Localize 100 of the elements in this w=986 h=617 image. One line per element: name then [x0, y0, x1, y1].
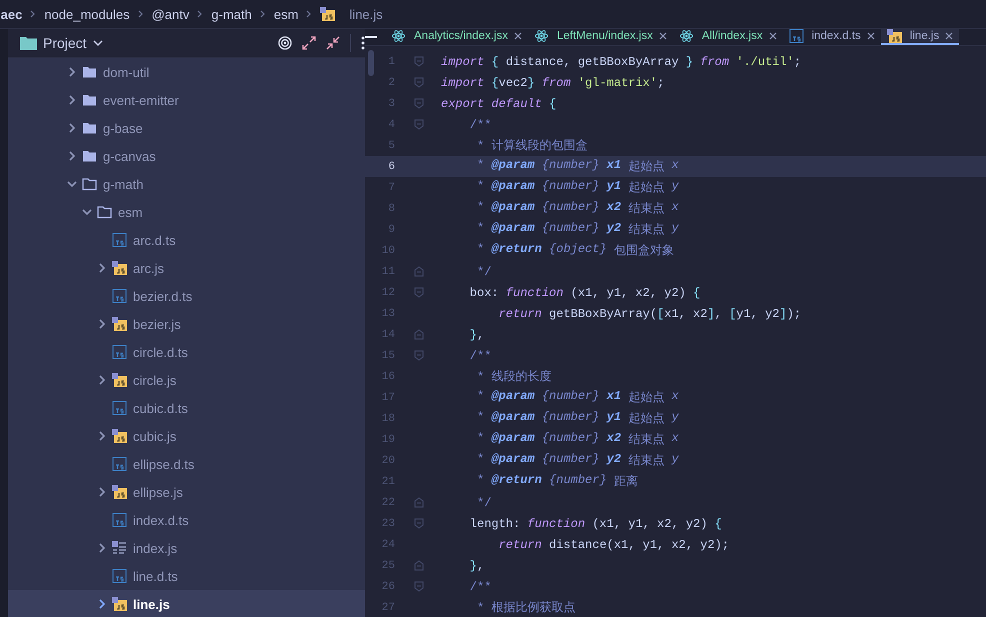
line-number: 4: [387, 118, 395, 130]
tree-item[interactable]: event-emitter: [8, 86, 365, 114]
code-line: /**: [468, 118, 492, 132]
tree-item[interactable]: line.js: [8, 590, 365, 617]
js-file-icon: [112, 317, 127, 331]
atom-icon: [678, 29, 694, 43]
line-number: 6: [387, 160, 395, 172]
code-line: },: [468, 558, 484, 572]
folder-icon: [82, 177, 97, 191]
close-icon[interactable]: [514, 32, 522, 40]
editor-tab[interactable]: index.d.ts: [782, 29, 881, 45]
js-file-icon: [112, 485, 127, 499]
folder-icon: [82, 121, 97, 135]
tree-item[interactable]: esm: [8, 198, 365, 226]
tree-item[interactable]: bezier.js: [8, 310, 365, 338]
line-number: 12: [380, 286, 395, 298]
editor-tab[interactable]: line.js: [880, 29, 960, 45]
close-icon[interactable]: [945, 32, 954, 40]
ts-file-icon: [112, 345, 127, 359]
line-number: 1: [387, 56, 395, 68]
line-number: 21: [380, 476, 395, 488]
js-file-icon: [112, 373, 127, 387]
code-line: * @param {number} y1 起始点 y: [476, 179, 679, 196]
tree-item[interactable]: index.d.ts: [8, 506, 365, 534]
module-file-icon: [112, 541, 127, 555]
scroll-thumb[interactable]: [368, 50, 374, 76]
breadcrumb-item[interactable]: line.js: [349, 6, 383, 22]
code-line: * @param {number} y2 结束点 y: [476, 452, 679, 469]
tree-item[interactable]: cubic.d.ts: [8, 394, 365, 422]
ts-file-icon: [112, 233, 127, 247]
code-line: * @param {number} x2 结束点 x: [476, 200, 679, 217]
ts-file-icon: [112, 569, 127, 583]
code-line: return getBBoxByArray([x1, x2], [y1, y2]);: [498, 306, 802, 320]
breadcrumb-item[interactable]: g-math: [211, 6, 252, 22]
tree-item[interactable]: ellipse.js: [8, 478, 365, 506]
editor-tab[interactable]: LeftMenu/index.jsx: [528, 29, 673, 45]
code-line: /**: [468, 348, 492, 362]
tree-item[interactable]: arc.d.ts: [8, 226, 365, 254]
target-icon[interactable]: [278, 36, 292, 50]
js-file-icon: [112, 597, 127, 611]
line-number: 19: [380, 434, 395, 446]
breadcrumb-item[interactable]: esm: [274, 6, 298, 22]
breadcrumb-item[interactable]: node_modules: [44, 6, 130, 22]
collapse-icon[interactable]: [326, 36, 340, 50]
line-number: 16: [380, 370, 395, 382]
code-line: return distance(x1, y1, x2, y2);: [498, 538, 730, 552]
code-line: * @param {number} x1 起始点 x: [476, 158, 679, 175]
chevron-icon: [138, 10, 144, 18]
line-number: 14: [380, 328, 395, 340]
line-number: 3: [387, 98, 395, 110]
code-line: * @param {number} x1 起始点 x: [476, 389, 679, 406]
code-line: /**: [468, 580, 492, 594]
folder-icon: [20, 36, 37, 50]
code-line: */: [476, 264, 492, 278]
code-line: * @param {number} x2 结束点 x: [476, 431, 679, 448]
tree-item[interactable]: bezier.d.ts: [8, 282, 365, 310]
ts-file-icon: [112, 457, 127, 471]
tree-item[interactable]: circle.js: [8, 366, 365, 394]
breadcrumb-item[interactable]: @antv: [152, 6, 190, 22]
tree-item[interactable]: g-canvas: [8, 142, 365, 170]
code-line: * 线段的长度: [476, 369, 552, 385]
ts-file-icon: [112, 289, 127, 303]
expand-icon[interactable]: [302, 36, 316, 50]
line-number: 26: [380, 580, 395, 592]
line-number: 23: [380, 518, 395, 530]
more-icon[interactable]: [361, 36, 365, 50]
code-line: },: [468, 328, 484, 342]
tree-item[interactable]: line.d.ts: [8, 562, 365, 590]
line-number: 5: [387, 140, 395, 152]
editor-tab[interactable]: Analytics/index.jsx: [385, 29, 528, 45]
breadcrumb-item[interactable]: iaec: [0, 6, 22, 22]
code-line: * 计算线段的包围盒: [476, 138, 588, 154]
tree-item[interactable]: arc.js: [8, 254, 365, 282]
folder-icon: [82, 93, 97, 107]
atom-icon: [391, 29, 406, 43]
code-line: export default {: [441, 96, 556, 110]
tree-item[interactable]: g-math: [8, 170, 365, 198]
chevron-icon: [197, 10, 204, 18]
folder-icon: [97, 205, 112, 219]
tree-item[interactable]: ellipse.d.ts: [8, 450, 365, 478]
js-file-icon: [112, 261, 127, 275]
tree-item[interactable]: circle.d.ts: [8, 338, 365, 366]
close-icon[interactable]: [768, 32, 777, 40]
chevron-icon[interactable]: [92, 38, 103, 48]
line-number: 11: [380, 266, 395, 278]
chevron-icon: [260, 10, 266, 18]
tree-item[interactable]: dom-util: [8, 58, 365, 86]
tree-item[interactable]: index.js: [8, 534, 365, 562]
panel-title: Project: [43, 35, 87, 51]
line-number: 24: [380, 538, 395, 550]
close-icon[interactable]: [658, 32, 667, 40]
close-icon[interactable]: [866, 32, 875, 40]
line-number: 13: [380, 308, 395, 320]
tree-item[interactable]: g-base: [8, 114, 365, 142]
code-line: * @return {object} 包围盒对象: [476, 242, 674, 259]
js-file-icon: [886, 29, 902, 43]
line-number: 7: [387, 182, 395, 194]
chevron-icon: [306, 10, 312, 18]
tree-item[interactable]: cubic.js: [8, 422, 365, 450]
editor-tab[interactable]: All/index.jsx: [672, 29, 783, 45]
